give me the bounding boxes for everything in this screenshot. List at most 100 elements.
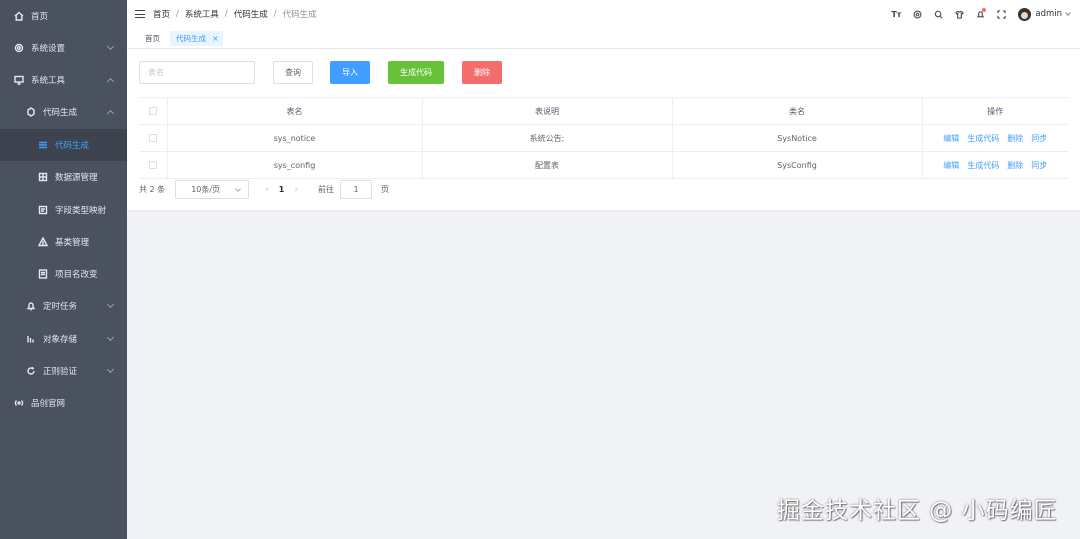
chevron-up-icon bbox=[106, 109, 115, 118]
cell-actions: 编辑 生成代码 删除 同步 bbox=[922, 124, 1068, 152]
page-number[interactable]: 1 bbox=[279, 185, 285, 194]
sidebar-item-label: 品创官网 bbox=[31, 399, 66, 409]
sidebar-item-code-gen[interactable]: 代码生成 bbox=[0, 129, 127, 161]
chevron-down-icon bbox=[106, 42, 115, 51]
watermark: 掘金技术社区 @ 小码编匠 bbox=[777, 498, 1058, 524]
sidebar-item-label: 系统工具 bbox=[31, 76, 66, 86]
import-button[interactable]: 导入 bbox=[330, 61, 370, 84]
cell-actions: 编辑 生成代码 删除 同步 bbox=[922, 151, 1068, 179]
sidebar: 首页 系统设置 系统工具 代码生成 代码生成 数据源管理 字段类型映射 基类管理… bbox=[0, 0, 127, 539]
sidebar-item-label: 代码生成 bbox=[55, 141, 90, 151]
next-page-button[interactable]: › bbox=[294, 185, 298, 195]
github-icon[interactable] bbox=[911, 8, 923, 20]
page-unit-label: 页 bbox=[380, 185, 389, 194]
sidebar-item-datasource[interactable]: 数据源管理 bbox=[0, 161, 127, 193]
row-checkbox[interactable] bbox=[148, 161, 157, 169]
content-card: 查询 导入 生成代码 删除 表名 表说明 类名 操作 sys_notice 系统… bbox=[127, 49, 1080, 210]
sidebar-item-label: 系统设置 bbox=[31, 44, 66, 54]
delete-button[interactable]: 删除 bbox=[462, 61, 502, 84]
goto-label: 前往 bbox=[317, 185, 334, 194]
breadcrumb-item[interactable]: 系统工具 bbox=[185, 8, 219, 20]
sidebar-item-label: 首页 bbox=[31, 12, 49, 22]
cell-table-name: sys_notice bbox=[167, 124, 423, 152]
table-name-search-input[interactable] bbox=[139, 61, 255, 84]
edit-link[interactable]: 编辑 bbox=[943, 134, 959, 143]
row-checkbox[interactable] bbox=[148, 134, 157, 142]
sidebar-item-home[interactable]: 首页 bbox=[0, 0, 127, 32]
column-header: 操作 bbox=[922, 97, 1068, 125]
header-tools: Tт admin bbox=[881, 0, 1071, 28]
goto-page-input[interactable] bbox=[339, 180, 372, 199]
chevron-down-icon bbox=[106, 300, 115, 309]
sidebar-item-object-storage[interactable]: 对象存储 bbox=[0, 323, 127, 355]
breadcrumb-item-current: 代码生成 bbox=[282, 10, 317, 20]
username[interactable]: admin bbox=[1035, 9, 1062, 19]
notification-bell-icon[interactable] bbox=[974, 8, 987, 20]
font-size-icon[interactable]: Tт bbox=[890, 8, 902, 20]
gear-icon bbox=[13, 42, 25, 54]
delete-link[interactable]: 删除 bbox=[1007, 134, 1023, 143]
signal-icon bbox=[13, 397, 25, 409]
field-icon bbox=[37, 204, 49, 216]
table-row: sys_config 配置表 SysConfig 编辑 生成代码 删除 同步 bbox=[139, 151, 1068, 179]
sidebar-item-label: 代码生成 bbox=[43, 108, 78, 118]
close-icon[interactable]: × bbox=[212, 34, 219, 43]
search-icon[interactable] bbox=[932, 8, 944, 20]
select-all-checkbox[interactable] bbox=[148, 107, 157, 115]
sidebar-item-label: 正则验证 bbox=[43, 367, 78, 377]
doc-icon bbox=[37, 268, 49, 280]
sidebar-item-system-settings[interactable]: 系统设置 bbox=[0, 32, 127, 64]
fullscreen-icon[interactable] bbox=[995, 8, 1007, 20]
total-count: 共 2 条 bbox=[139, 185, 166, 194]
generate-code-link[interactable]: 生成代码 bbox=[967, 134, 999, 143]
notification-dot bbox=[982, 8, 987, 12]
sidebar-item-base-class[interactable]: 基类管理 bbox=[0, 226, 127, 258]
page-size-select[interactable]: 10条/页 bbox=[175, 180, 250, 199]
avatar[interactable] bbox=[1018, 7, 1032, 21]
home-icon bbox=[13, 10, 25, 22]
sidebar-item-system-tools[interactable]: 系统工具 bbox=[0, 64, 127, 96]
breadcrumb-item[interactable]: 代码生成 bbox=[234, 8, 268, 20]
cell-class-name: SysNotice bbox=[672, 124, 923, 152]
sidebar-item-code-gen-group[interactable]: 代码生成 bbox=[0, 96, 127, 128]
table-row: sys_notice 系统公告; SysNotice 编辑 生成代码 删除 同步 bbox=[139, 124, 1068, 152]
list-icon bbox=[37, 139, 49, 151]
edit-link[interactable]: 编辑 bbox=[943, 161, 959, 170]
chevron-down-icon bbox=[235, 186, 242, 192]
generate-code-link[interactable]: 生成代码 bbox=[967, 161, 999, 170]
code-icon bbox=[25, 106, 37, 118]
column-header: 类名 bbox=[672, 97, 923, 125]
column-header: 表名 bbox=[167, 97, 423, 125]
breadcrumb-item[interactable]: 首页 bbox=[153, 8, 170, 20]
sidebar-item-project-rename[interactable]: 项目名改变 bbox=[0, 258, 127, 290]
sidebar-item-scheduled-task[interactable]: 定时任务 bbox=[0, 290, 127, 322]
table-header-row: 表名 表说明 类名 操作 bbox=[139, 97, 1068, 125]
cell-table-name: sys_config bbox=[167, 151, 423, 179]
sidebar-item-website[interactable]: 品创官网 bbox=[0, 387, 127, 419]
sidebar-item-label: 字段类型映射 bbox=[55, 206, 107, 216]
tree-icon bbox=[37, 236, 49, 248]
query-button[interactable]: 查询 bbox=[273, 61, 313, 84]
cell-class-name: SysConfig bbox=[672, 151, 923, 179]
tag-home[interactable]: 首页 bbox=[139, 31, 166, 46]
prev-page-button[interactable]: ‹ bbox=[265, 185, 269, 195]
tags-view: 首页 代码生成 × bbox=[127, 28, 1080, 49]
breadcrumb: 首页 / 系统工具 / 代码生成 / 代码生成 bbox=[153, 8, 317, 20]
sidebar-item-field-type[interactable]: 字段类型映射 bbox=[0, 194, 127, 226]
sync-link[interactable]: 同步 bbox=[1031, 134, 1047, 143]
theme-shirt-icon[interactable] bbox=[953, 8, 965, 20]
generate-code-button[interactable]: 生成代码 bbox=[388, 61, 444, 84]
delete-link[interactable]: 删除 bbox=[1007, 161, 1023, 170]
sync-link[interactable]: 同步 bbox=[1031, 161, 1047, 170]
sidebar-item-regex[interactable]: 正则验证 bbox=[0, 355, 127, 387]
sidebar-item-label: 基类管理 bbox=[55, 238, 90, 248]
column-header: 表说明 bbox=[422, 97, 673, 125]
hamburger-icon[interactable] bbox=[135, 10, 145, 18]
storage-icon bbox=[25, 333, 37, 345]
monitor-icon bbox=[13, 74, 25, 86]
sidebar-item-label: 对象存储 bbox=[43, 335, 78, 345]
chevron-down-icon[interactable] bbox=[1065, 10, 1071, 16]
tag-code-gen[interactable]: 代码生成 × bbox=[170, 31, 223, 46]
bell-icon bbox=[25, 300, 37, 312]
database-icon bbox=[37, 171, 49, 183]
